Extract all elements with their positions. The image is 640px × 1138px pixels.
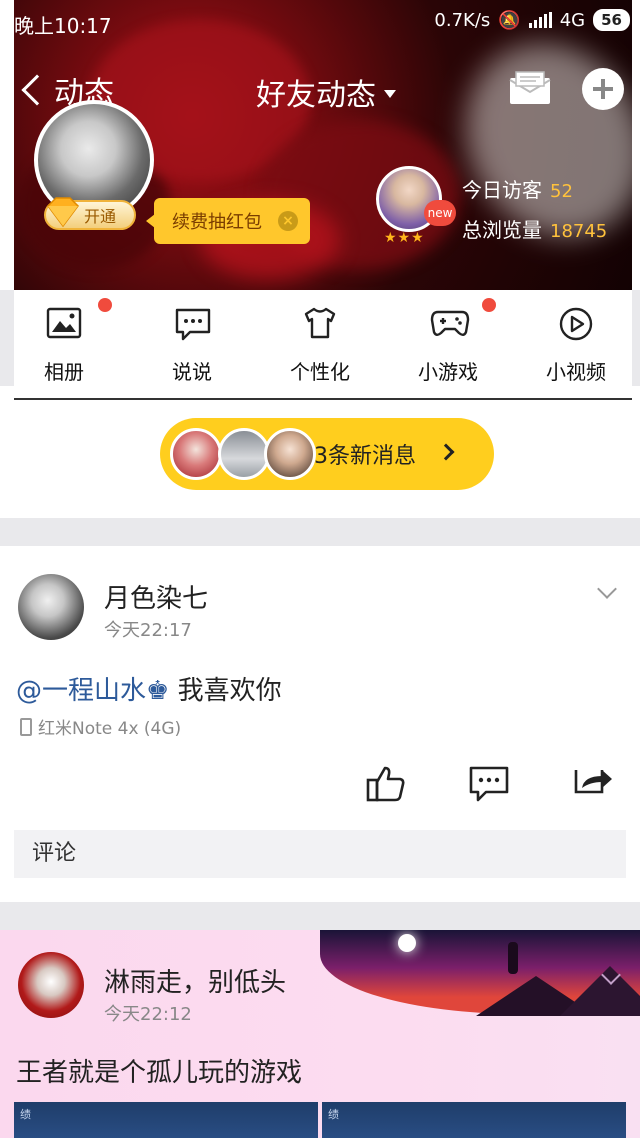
today-visitors-count: 52 <box>550 181 573 202</box>
mute-icon: 🔕 <box>498 9 521 31</box>
post-avatar[interactable] <box>18 574 84 640</box>
post-text: 王者就是个孤儿玩的游戏 <box>16 1058 303 1088</box>
status-bar: 晚上10:17 0.7K/s 🔕 4G 56 <box>0 0 640 42</box>
play-icon <box>559 307 593 341</box>
notification-dot <box>98 298 112 312</box>
chevron-down-icon[interactable] <box>597 579 617 599</box>
post-time: 今天22:17 <box>104 620 192 641</box>
shortcut-label: 个性化 <box>290 360 350 384</box>
today-visitors[interactable]: 今日访客 52 <box>462 174 573 203</box>
shortcut-label: 说说 <box>172 360 212 384</box>
post-device: 红米Note 4x (4G) <box>20 714 181 739</box>
device-label: 红米Note 4x (4G) <box>38 719 182 739</box>
shortcut-bar: 相册 说说 个性化 小游戏 小视频 <box>14 290 632 386</box>
rating-stars: ★★★ <box>384 230 425 246</box>
page-title-dropdown[interactable]: 好友动态 <box>256 70 396 114</box>
shortcut-label: 小视频 <box>546 360 606 384</box>
network-type: 4G <box>559 9 586 31</box>
album-icon <box>46 307 82 339</box>
chevron-right-icon <box>437 443 455 461</box>
total-views[interactable]: 总浏览量 18745 <box>462 214 607 243</box>
battery-icon: 56 <box>593 9 630 31</box>
gamepad-icon <box>430 310 470 336</box>
feed-post: 月色染七 今天22:17 @一程山水♚ 我喜欢你 红米Note 4x (4G) … <box>0 546 640 902</box>
status-time: 晚上10:17 <box>14 14 112 38</box>
post-content: @一程山水♚ 我喜欢你 <box>16 670 282 707</box>
share-icon[interactable] <box>572 764 614 804</box>
post-time: 今天22:12 <box>104 1004 192 1025</box>
caret-down-icon <box>384 90 396 98</box>
diamond-icon <box>47 197 79 228</box>
messages-icon[interactable] <box>508 70 552 106</box>
post-image[interactable]: 绩 <box>14 1102 318 1138</box>
signal-icon <box>528 12 552 28</box>
shortcut-personalize[interactable]: 个性化 <box>270 290 370 386</box>
today-visitors-label: 今日访客 <box>462 178 542 202</box>
vip-label: 开通 <box>84 207 117 226</box>
new-badge: new <box>424 200 456 226</box>
chat-icon <box>175 308 211 341</box>
post-avatar[interactable] <box>18 952 84 1018</box>
phone-icon <box>20 717 32 736</box>
page-title: 好友动态 <box>256 78 376 113</box>
divider <box>14 398 632 400</box>
notification-dot <box>482 298 496 312</box>
moon-icon <box>398 934 416 952</box>
comment-icon[interactable] <box>468 764 510 804</box>
shortcut-games[interactable]: 小游戏 <box>398 290 498 386</box>
vip-open-button[interactable]: 开通 <box>44 197 136 230</box>
add-post-button[interactable] <box>582 68 624 110</box>
message-avatar <box>264 428 316 480</box>
post-author[interactable]: 月色染七 <box>104 578 208 615</box>
network-speed: 0.7K/s <box>434 9 491 31</box>
post-text: 我喜欢你 <box>169 676 282 706</box>
total-views-count: 18745 <box>550 221 608 242</box>
like-icon[interactable] <box>366 764 406 804</box>
new-messages-button[interactable]: 3条新消息 <box>160 418 494 490</box>
mention-link[interactable]: @一程山水♚ <box>16 676 169 706</box>
close-icon[interactable]: × <box>278 211 298 231</box>
feed-post: 淋雨走，别低头 今天22:12 王者就是个孤儿玩的游戏 绩 绩 <box>0 930 640 1138</box>
message-avatar <box>218 428 270 480</box>
new-messages-label: 3条新消息 <box>314 444 416 469</box>
shortcut-videos[interactable]: 小视频 <box>526 290 626 386</box>
shortcut-shuoshuo[interactable]: 说说 <box>142 290 242 386</box>
shirt-icon <box>304 307 336 339</box>
redpack-label: 续费抽红包 <box>172 212 262 233</box>
comment-input[interactable]: 评论 <box>14 830 626 878</box>
message-avatar <box>170 428 222 480</box>
redpack-tooltip[interactable]: 续费抽红包 × <box>146 198 310 244</box>
post-image[interactable]: 绩 <box>322 1102 626 1138</box>
back-chevron-icon <box>21 74 53 106</box>
shortcut-label: 小游戏 <box>418 360 478 384</box>
shortcut-album[interactable]: 相册 <box>14 290 114 386</box>
post-author[interactable]: 淋雨走，别低头 <box>104 962 286 999</box>
figure-silhouette <box>508 942 518 974</box>
total-views-label: 总浏览量 <box>462 218 542 242</box>
shortcut-label: 相册 <box>44 360 84 384</box>
